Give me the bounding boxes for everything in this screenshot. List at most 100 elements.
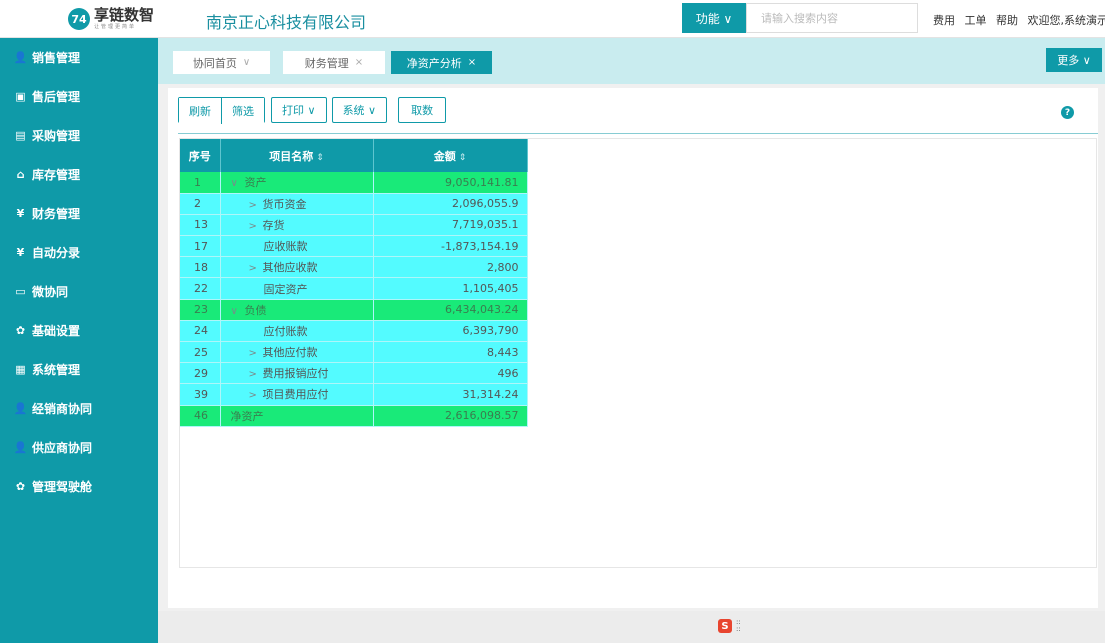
column-header-label: 项目名称	[269, 149, 314, 163]
refresh-button[interactable]: 刷新	[179, 98, 221, 124]
sort-icon[interactable]: ⇕	[459, 153, 467, 163]
chevron-right-icon[interactable]: >	[249, 221, 263, 232]
footer-logo: S ::::	[718, 619, 741, 633]
cell-name: > 货币资金	[220, 193, 374, 215]
sidebar-item-dealer[interactable]: 👤 经销商协同	[0, 389, 158, 428]
table-row[interactable]: 23 ∨ 负债 6,434,043.24	[180, 299, 528, 321]
item-name: 负债	[244, 303, 267, 317]
sidebar-item-system[interactable]: ▦ 系统管理	[0, 350, 158, 389]
tab-finance[interactable]: 财务管理 ×	[283, 51, 385, 74]
sidebar-item-sales[interactable]: 👤 销售管理	[0, 38, 158, 77]
sidebar-item-label: 财务管理	[32, 207, 81, 221]
item-name: 货币资金	[262, 197, 307, 211]
sidebar-item-after-sales[interactable]: ▣ 售后管理	[0, 77, 158, 116]
chevron-down-icon[interactable]: ∨	[231, 306, 245, 317]
chevron-right-icon[interactable]: >	[249, 348, 263, 359]
cell-name: 净资产	[220, 405, 374, 427]
cell-amount: 31,314.24	[373, 383, 528, 406]
search-input[interactable]	[746, 3, 918, 33]
company-name: 南京正心科技有限公司	[206, 13, 367, 32]
filter-button[interactable]: 筛选	[221, 98, 264, 124]
sidebar-item-purchase[interactable]: ▤ 采购管理	[0, 116, 158, 155]
table-row[interactable]: 13 > 存货 7,719,035.1	[180, 214, 528, 237]
table-row[interactable]: 29 > 费用报销应付 496	[180, 362, 528, 385]
sidebar-item-supplier[interactable]: 👤 供应商协同	[0, 428, 158, 467]
chevron-right-icon[interactable]: >	[249, 200, 263, 211]
cell-seq: 2	[180, 193, 221, 215]
close-icon[interactable]: ×	[355, 57, 363, 68]
home-icon: ⌂	[16, 168, 25, 181]
welcome-user-link[interactable]: 欢迎您,系统演示	[1028, 14, 1105, 27]
table-row[interactable]: 46 净资产 2,616,098.57	[180, 405, 528, 427]
chevron-down-icon[interactable]: ∨	[243, 57, 250, 68]
chevron-right-icon[interactable]: >	[249, 263, 263, 274]
cell-seq: 46	[180, 405, 221, 427]
column-header-name[interactable]: 项目名称 ⇕	[220, 139, 374, 172]
cell-seq: 39	[180, 383, 221, 406]
cell-name: 应付账款	[220, 320, 374, 343]
cell-name: ∨ 资产	[220, 172, 374, 194]
sidebar-item-label: 库存管理	[32, 168, 81, 182]
person-icon: 👤	[13, 441, 28, 454]
item-name: 费用报销应付	[262, 367, 329, 381]
print-button[interactable]: 打印 ∨	[271, 97, 327, 123]
function-menu-button[interactable]: 功能 ∨	[682, 3, 746, 33]
help-icon[interactable]: ?	[1061, 106, 1074, 119]
ticket-link[interactable]: 工单	[965, 14, 987, 27]
more-button[interactable]: 更多 ∨	[1046, 48, 1102, 72]
cell-name: 应收账款	[220, 235, 374, 258]
table-row[interactable]: 17 应收账款 -1,873,154.19	[180, 235, 528, 258]
sidebar-item-label: 基础设置	[32, 324, 81, 338]
tab-home[interactable]: 协同首页 ∨	[173, 51, 270, 74]
cell-seq: 18	[180, 256, 221, 279]
close-icon[interactable]: ×	[468, 57, 476, 68]
sidebar-item-micro-collab[interactable]: ▭ 微协同	[0, 272, 158, 311]
sidebar-item-label: 采购管理	[32, 129, 81, 143]
item-name: 应付账款	[263, 324, 308, 338]
tab-label: 财务管理	[304, 56, 349, 70]
table-row[interactable]: 39 > 项目费用应付 31,314.24	[180, 383, 528, 406]
sort-icon[interactable]: ⇕	[316, 153, 324, 163]
sidebar-item-label: 管理驾驶舱	[32, 480, 93, 494]
chevron-right-icon[interactable]: >	[249, 390, 263, 401]
cell-amount: 1,105,405	[373, 277, 528, 300]
help-link[interactable]: 帮助	[996, 14, 1018, 27]
table-row[interactable]: 22 固定资产 1,105,405	[180, 277, 528, 300]
table-row[interactable]: 18 > 其他应收款 2,800	[180, 256, 528, 279]
fetch-data-button[interactable]: 取数	[398, 97, 447, 123]
chevron-right-icon[interactable]: >	[249, 369, 263, 380]
sidebar-item-auto-entry[interactable]: ¥ 自动分录	[0, 233, 158, 272]
cell-amount: 8,443	[373, 341, 528, 364]
system-button[interactable]: 系统 ∨	[331, 97, 388, 123]
cell-name: > 其他应收款	[220, 256, 374, 279]
chevron-down-icon[interactable]: ∨	[231, 178, 245, 189]
sidebar: 👤 销售管理 ▣ 售后管理 ▤ 采购管理 ⌂ 库存管理 ¥ 财务管理 ¥ 自动分录 ▭ 微协同…	[0, 38, 158, 643]
toolbar: 刷新 筛选 打印 ∨ 系统 ∨ 取数	[178, 97, 447, 125]
sidebar-item-cockpit[interactable]: ✿ 管理驾驶舱	[0, 467, 158, 506]
cell-name: 固定资产	[220, 277, 374, 300]
table-row[interactable]: 25 > 其他应付款 8,443	[180, 341, 528, 364]
sidebar-item-basic-settings[interactable]: ✿ 基础设置	[0, 311, 158, 350]
cell-amount: 2,096,055.9	[373, 193, 528, 215]
expense-link[interactable]: 费用	[933, 14, 955, 27]
column-header-amount[interactable]: 金额 ⇕	[373, 139, 528, 172]
tab-label: 协同首页	[192, 56, 237, 70]
sidebar-item-inventory[interactable]: ⌂ 库存管理	[0, 155, 158, 194]
tab-net-asset-analysis[interactable]: 净资产分析 ×	[391, 51, 492, 74]
app-logo[interactable]: 74 享链数智 让管理更简单	[68, 6, 154, 32]
table-row[interactable]: 24 应付账款 6,393,790	[180, 320, 528, 343]
net-asset-table: 序号 项目名称 ⇕ 金额 ⇕ 1 ∨ 资产 9,050,141.81 2 > 货币资金 2,096…	[180, 139, 528, 427]
item-name: 净资产	[230, 409, 264, 423]
tabs-bar: 协同首页 ∨ 财务管理 × 净资产分析 × 更多 ∨	[158, 38, 1105, 84]
sidebar-item-label: 经销商协同	[32, 402, 93, 416]
s-logo-icon: S	[718, 619, 732, 633]
column-header-seq: 序号	[180, 139, 221, 172]
item-name: 资产	[244, 176, 267, 190]
sidebar-item-label: 自动分录	[32, 246, 81, 260]
sidebar-item-finance[interactable]: ¥ 财务管理	[0, 194, 158, 233]
table-row[interactable]: 1 ∨ 资产 9,050,141.81	[180, 172, 528, 194]
table-row[interactable]: 2 > 货币资金 2,096,055.9	[180, 193, 528, 215]
divider	[178, 133, 1098, 134]
cell-seq: 23	[180, 299, 221, 321]
cell-amount: 9,050,141.81	[373, 172, 528, 194]
